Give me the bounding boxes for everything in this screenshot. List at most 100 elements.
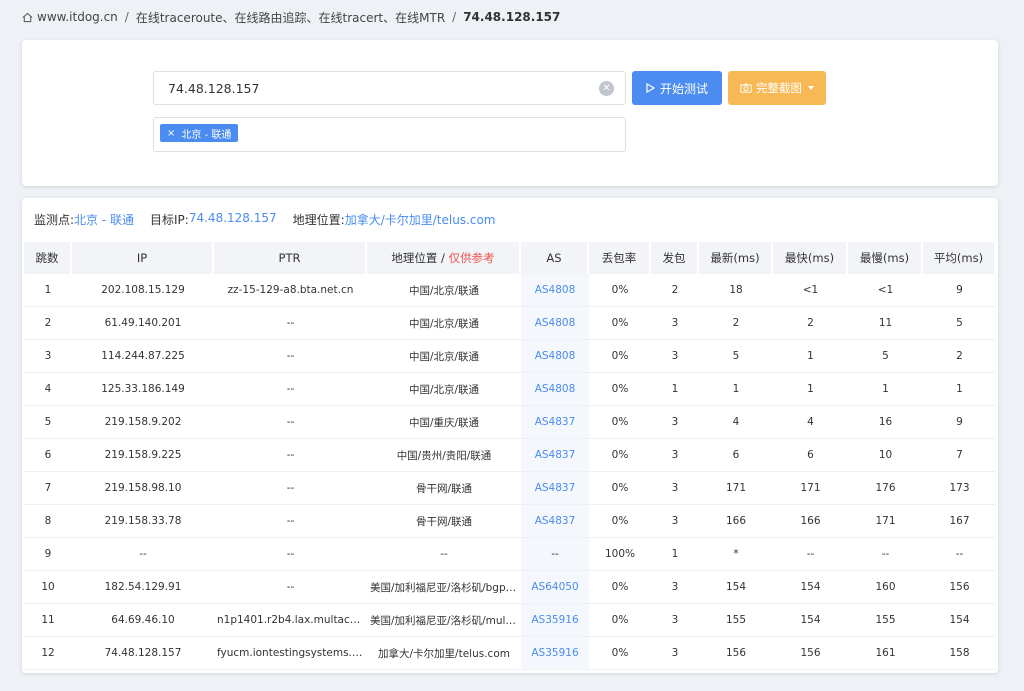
result-info: 监测点: 北京 - 联通 目标IP: 74.48.128.157 地理位置: 加… [34, 211, 512, 228]
cell-ip: 219.158.9.202 [72, 406, 214, 439]
cell-geo: 中国/重庆/联通 [367, 406, 521, 439]
cell-geo: 中国/北京/联通 [367, 307, 521, 340]
table-row: 11 64.69.46.10 n1p1401.r2b4.lax.multacom..… [24, 604, 996, 637]
geo-label: 地理位置: [292, 213, 345, 227]
cell-worst: 161 [848, 637, 923, 670]
table-row: 3 114.244.87.225 -- 中国/北京/联通 AS4808 0% 3 5 1 5 2 [24, 340, 996, 373]
cell-as: AS4837 [521, 406, 589, 439]
monitor-node-select[interactable]: × 北京 - 联通 [153, 117, 626, 152]
cell-avg: 154 [923, 604, 996, 637]
cell-hop: 7 [24, 472, 72, 505]
header-last: 最新(ms) [699, 242, 773, 274]
trace-table-body: 1 202.108.15.129 zz-15-129-a8.bta.net.cn 中国… [24, 274, 996, 670]
as-link[interactable]: AS4837 [535, 449, 576, 461]
header-geo-label: 地理位置 / [391, 251, 449, 265]
cell-last: 154 [699, 571, 773, 604]
cell-hop: 10 [24, 571, 72, 604]
header-geo-note: 仅供参考 [448, 251, 495, 265]
as-link[interactable]: AS4808 [535, 284, 576, 296]
play-icon [646, 83, 655, 93]
cell-ip: 219.158.98.10 [72, 472, 214, 505]
cell-ip: 219.158.9.225 [72, 439, 214, 472]
as-link[interactable]: AS4808 [535, 317, 576, 329]
cell-worst: 10 [848, 439, 923, 472]
cell-best: -- [773, 538, 848, 571]
cell-best: 1 [773, 340, 848, 373]
breadcrumb-home-link[interactable]: www.itdog.cn [37, 10, 118, 24]
cell-hop: 12 [24, 637, 72, 670]
monitor-label: 监测点: [34, 213, 75, 227]
header-best: 最快(ms) [773, 242, 848, 274]
cell-ptr: -- [214, 373, 367, 406]
cell-best: 154 [773, 604, 848, 637]
cell-hop: 4 [24, 373, 72, 406]
cell-best: 171 [773, 472, 848, 505]
cell-last: 1 [699, 373, 773, 406]
cell-geo: 中国/北京/联通 [367, 340, 521, 373]
cell-worst: 155 [848, 604, 923, 637]
cell-loss: 0% [589, 604, 651, 637]
cell-ip: -- [72, 538, 214, 571]
cell-hop: 9 [24, 538, 72, 571]
cell-geo: 中国/贵州/贵阳/联通 [367, 439, 521, 472]
cell-best: 156 [773, 637, 848, 670]
cell-best: <1 [773, 274, 848, 307]
cell-ip: 219.158.33.78 [72, 505, 214, 538]
cell-best: 166 [773, 505, 848, 538]
as-link[interactable]: AS4837 [535, 416, 576, 428]
cell-worst: 5 [848, 340, 923, 373]
home-icon [22, 12, 33, 22]
table-row: 4 125.33.186.149 -- 中国/北京/联通 AS4808 0% 1 1 1 1 1 [24, 373, 996, 406]
start-test-button[interactable]: 开始测试 [632, 71, 722, 105]
target-label: 目标IP: [150, 213, 189, 227]
as-link[interactable]: AS64050 [531, 581, 578, 593]
as-link[interactable]: AS4808 [535, 350, 576, 362]
screenshot-button[interactable]: 完整截图 [728, 71, 826, 105]
cell-avg: 158 [923, 637, 996, 670]
table-header-row: 跳数 IP PTR 地理位置 / 仅供参考 AS 丢包率 发包 最新(ms) 最… [24, 242, 996, 274]
cell-ptr: -- [214, 538, 367, 571]
cell-loss: 0% [589, 571, 651, 604]
breadcrumb-section-link[interactable]: 在线traceroute、在线路由追踪、在线tracert、在线MTR [136, 9, 445, 26]
breadcrumb-separator: / [452, 10, 457, 24]
screenshot-label: 完整截图 [756, 81, 802, 95]
as-link[interactable]: AS35916 [531, 614, 578, 626]
cell-geo: -- [367, 538, 521, 571]
cell-sent: 3 [651, 637, 699, 670]
table-row: 6 219.158.9.225 -- 中国/贵州/贵阳/联通 AS4837 0% 3 6 6 10… [24, 439, 996, 472]
as-link[interactable]: AS4808 [535, 383, 576, 395]
cell-as: AS4808 [521, 274, 589, 307]
cell-ip: 202.108.15.129 [72, 274, 214, 307]
cell-sent: 3 [651, 439, 699, 472]
tag-close-icon[interactable]: × [167, 128, 175, 139]
cell-sent: 3 [651, 604, 699, 637]
start-test-label: 开始测试 [659, 81, 708, 96]
cell-ip: 74.48.128.157 [72, 637, 214, 670]
cell-ptr: -- [214, 307, 367, 340]
as-link[interactable]: AS35916 [531, 647, 578, 659]
cell-hop: 6 [24, 439, 72, 472]
cell-sent: 3 [651, 307, 699, 340]
cell-as: AS4837 [521, 439, 589, 472]
cell-as: AS4808 [521, 307, 589, 340]
cell-sent: 3 [651, 406, 699, 439]
header-ip: IP [72, 242, 214, 274]
as-link[interactable]: AS4837 [535, 482, 576, 494]
cell-hop: 8 [24, 505, 72, 538]
cell-worst: <1 [848, 274, 923, 307]
trace-table: 跳数 IP PTR 地理位置 / 仅供参考 AS 丢包率 发包 最新(ms) 最… [24, 242, 996, 670]
cell-loss: 0% [589, 439, 651, 472]
cell-worst: 171 [848, 505, 923, 538]
cell-last: 18 [699, 274, 773, 307]
as-link[interactable]: AS4837 [535, 515, 576, 527]
table-row: 2 61.49.140.201 -- 中国/北京/联通 AS4808 0% 3 2 2 11 5 [24, 307, 996, 340]
cell-as: AS4808 [521, 373, 589, 406]
target-ip-input[interactable] [154, 72, 574, 104]
table-row: 12 74.48.128.157 fyucm.iontestingsystems.c… [24, 637, 996, 670]
cell-ptr: fyucm.iontestingsystems.com [214, 637, 367, 670]
geo-value: 加拿大/卡尔加里/telus.com [344, 213, 496, 227]
clear-icon[interactable]: ✕ [599, 81, 614, 96]
chevron-down-icon [808, 86, 814, 90]
cell-ptr: n1p1401.r2b4.lax.multacom.... [214, 604, 367, 637]
cell-geo: 骨干网/联通 [367, 505, 521, 538]
